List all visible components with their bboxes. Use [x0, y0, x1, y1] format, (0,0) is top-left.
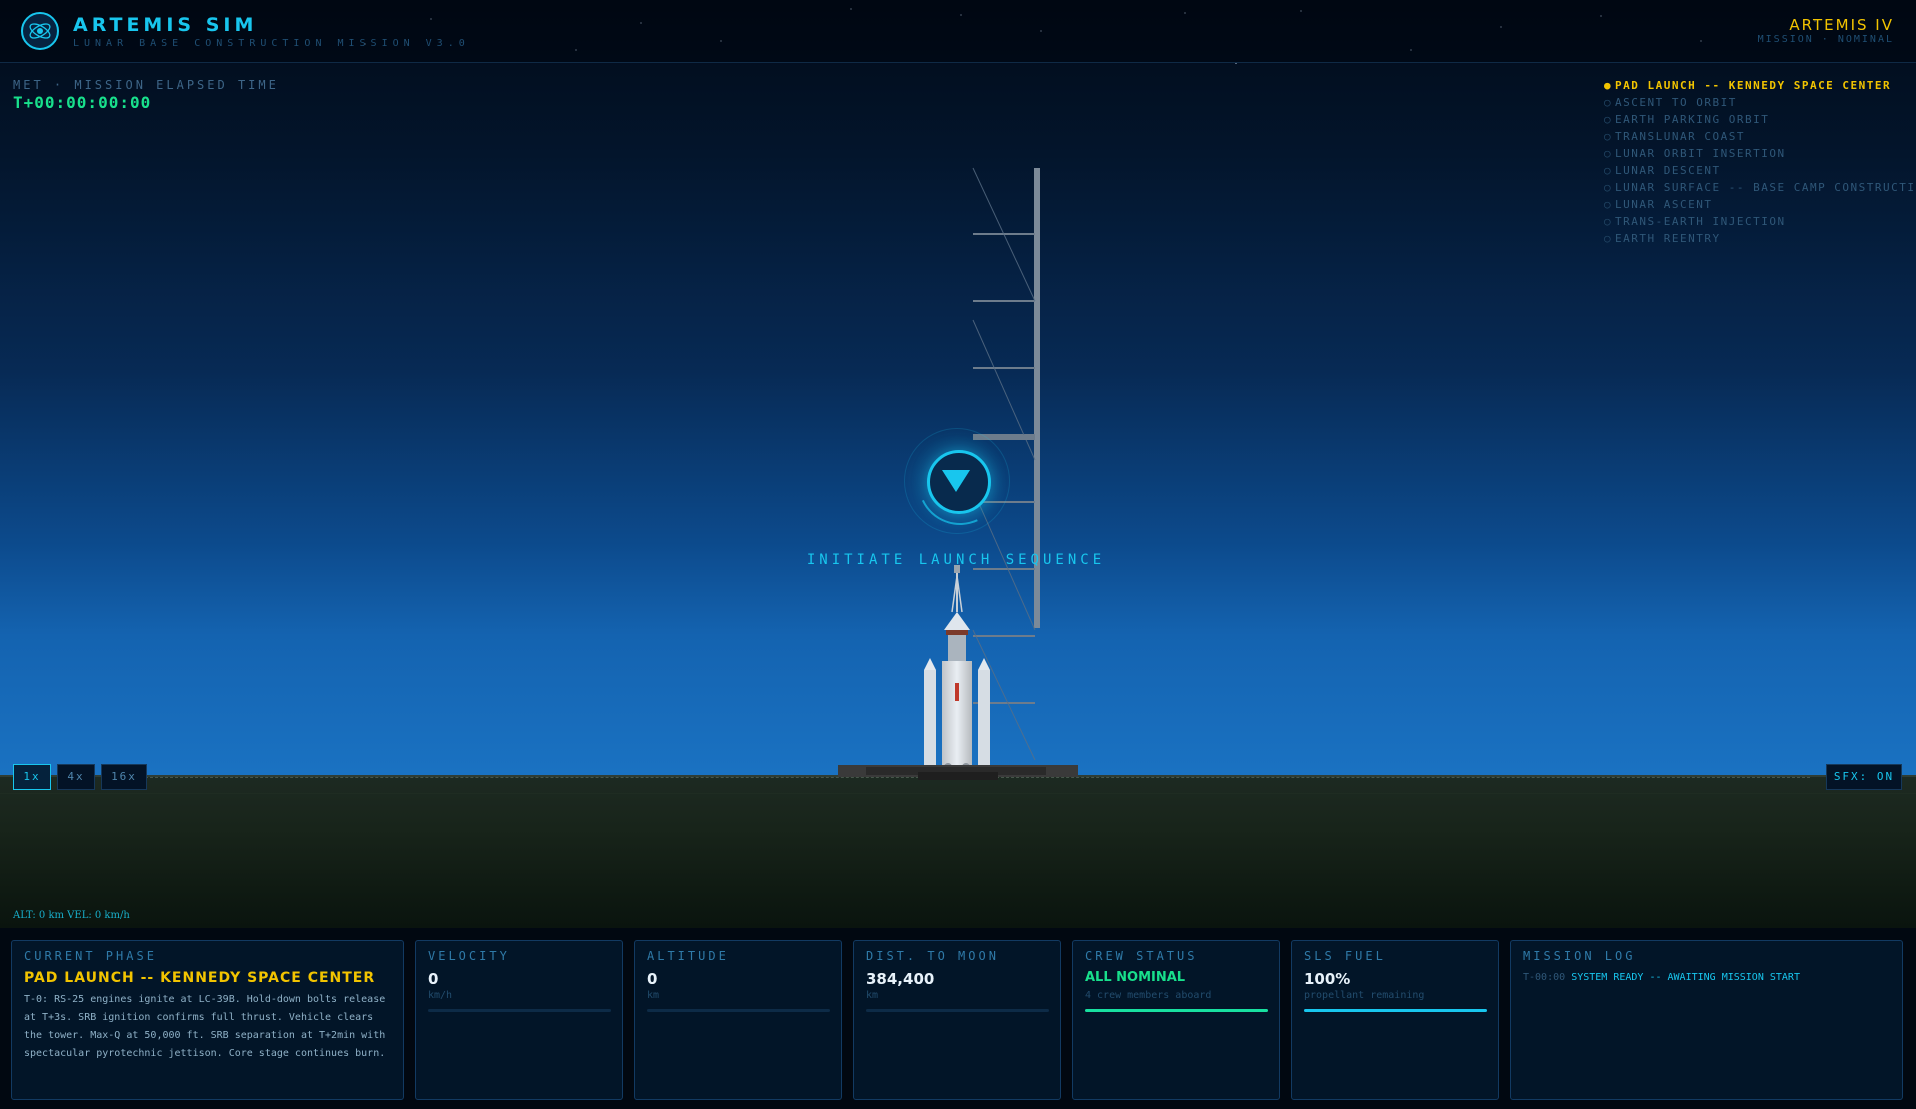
phase-item: ○ LUNAR DESCENT [1604, 162, 1916, 179]
phase-status-icon: ○ [1604, 198, 1613, 211]
speed-16x-button[interactable]: 16x [101, 764, 147, 790]
phase-status-icon: ● [1604, 79, 1613, 92]
panel-label: DIST. TO MOON [866, 949, 999, 963]
fuel-panel: SLS FUEL 100% propellant remaining [1291, 940, 1499, 1100]
crew-status-value: ALL NOMINAL [1085, 970, 1186, 985]
velocity-bar [428, 1009, 611, 1012]
velocity-unit: km/h [428, 990, 453, 1001]
panel-label: MISSION LOG [1523, 949, 1636, 963]
phase-item: ○ TRANS-EARTH INJECTION [1604, 213, 1916, 230]
phase-label: PAD LAUNCH -- KENNEDY SPACE CENTER [1615, 79, 1892, 92]
log-entry-time: T-00:00 [1523, 972, 1566, 983]
phase-status-icon: ○ [1604, 96, 1613, 109]
orbit-logo-icon [21, 12, 59, 50]
mission-phase-list: ● PAD LAUNCH -- KENNEDY SPACE CENTER ○ ASC… [1604, 77, 1916, 247]
phase-label: LUNAR DESCENT [1615, 164, 1721, 177]
play-triangle-icon [942, 470, 970, 492]
mission-name: ARTEMIS IV [1789, 16, 1894, 34]
phase-status-icon: ○ [1604, 215, 1613, 228]
panel-label: CREW STATUS [1085, 949, 1198, 963]
phase-label: ASCENT TO ORBIT [1615, 96, 1737, 109]
ground [0, 775, 1916, 928]
phase-item: ○ LUNAR SURFACE -- BASE CAMP CONSTRUCTION [1604, 179, 1916, 196]
met-value: T+00:00:00:00 [13, 93, 152, 112]
mission-log-panel: MISSION LOG T-00:00 SYSTEM READY -- AWAI… [1510, 940, 1903, 1100]
phase-status-icon: ○ [1604, 164, 1613, 177]
panel-label: SLS FUEL [1304, 949, 1386, 963]
panel-label: VELOCITY [428, 949, 510, 963]
crew-bar-fill [1085, 1009, 1268, 1012]
phase-label: LUNAR ORBIT INSERTION [1615, 147, 1786, 160]
log-entry-message: SYSTEM READY -- AWAITING MISSION START [1571, 972, 1800, 983]
phase-item: ● PAD LAUNCH -- KENNEDY SPACE CENTER [1604, 77, 1916, 94]
met-label: MET · MISSION ELAPSED TIME [13, 78, 279, 92]
altitude-panel: ALTITUDE 0 km [634, 940, 842, 1100]
phase-label: EARTH REENTRY [1615, 232, 1721, 245]
crew-count: 4 crew members aboard [1085, 990, 1212, 1001]
log-entry: T-00:00 SYSTEM READY -- AWAITING MISSION… [1523, 972, 1890, 983]
altitude-bar [647, 1009, 830, 1012]
phase-item: ○ LUNAR ORBIT INSERTION [1604, 145, 1916, 162]
app-header: ARTEMIS SIM LUNAR BASE CONSTRUCTION MISS… [0, 0, 1916, 63]
alt-vel-readout: ALT: 0 km VEL: 0 km/h [13, 910, 130, 921]
phase-status-icon: ○ [1604, 232, 1613, 245]
altitude-unit: km [647, 990, 660, 1001]
phase-item: ○ ASCENT TO ORBIT [1604, 94, 1916, 111]
altitude-value: 0 [647, 970, 658, 988]
phase-label: LUNAR ASCENT [1615, 198, 1713, 211]
phase-item: ○ EARTH PARKING ORBIT [1604, 111, 1916, 128]
phase-status-icon: ○ [1604, 181, 1613, 194]
crew-status-panel: CREW STATUS ALL NOMINAL 4 crew members a… [1072, 940, 1280, 1100]
app-subtitle: LUNAR BASE CONSTRUCTION MISSION V3.0 [73, 38, 470, 49]
crew-bar [1085, 1009, 1268, 1012]
speed-1x-button[interactable]: 1x [13, 764, 51, 790]
app-title: ARTEMIS SIM [73, 14, 258, 36]
phase-label: TRANS-EARTH INJECTION [1615, 215, 1786, 228]
mission-status: MISSION · NOMINAL [1757, 34, 1894, 45]
launch-label[interactable]: INITIATE LAUNCH SEQUENCE [756, 552, 1156, 568]
current-phase-panel: CURRENT PHASE PAD LAUNCH -- KENNEDY SPAC… [11, 940, 404, 1100]
phase-label: EARTH PARKING ORBIT [1615, 113, 1770, 126]
phase-status-icon: ○ [1604, 113, 1613, 126]
phase-item: ○ LUNAR ASCENT [1604, 196, 1916, 213]
sfx-toggle-button[interactable]: SFX: ON [1826, 764, 1902, 790]
panel-label: CURRENT PHASE [24, 949, 157, 963]
launch-platform [838, 765, 1078, 780]
distance-value: 384,400 [866, 970, 935, 988]
ground-edge [0, 793, 1916, 794]
phase-label: TRANSLUNAR COAST [1615, 130, 1745, 143]
phase-status-icon: ○ [1604, 130, 1613, 143]
fuel-bar-fill [1304, 1009, 1487, 1012]
distance-to-moon-panel: DIST. TO MOON 384,400 km [853, 940, 1061, 1100]
initiate-launch-button[interactable] [927, 450, 991, 514]
speed-4x-button[interactable]: 4x [57, 764, 95, 790]
phase-item: ○ TRANSLUNAR COAST [1604, 128, 1916, 145]
sls-rocket [924, 565, 990, 779]
fuel-unit: propellant remaining [1304, 990, 1425, 1001]
fuel-bar [1304, 1009, 1487, 1012]
fuel-value: 100% [1304, 970, 1351, 988]
distance-unit: km [866, 990, 879, 1001]
current-phase-title: PAD LAUNCH -- KENNEDY SPACE CENTER [24, 970, 376, 986]
panel-label: ALTITUDE [647, 949, 729, 963]
velocity-value: 0 [428, 970, 439, 988]
distance-bar [866, 1009, 1049, 1012]
phase-status-icon: ○ [1604, 147, 1613, 160]
phase-item: ○ EARTH REENTRY [1604, 230, 1916, 247]
velocity-panel: VELOCITY 0 km/h [415, 940, 623, 1100]
current-phase-description: T-0: RS-25 engines ignite at LC-39B. Hol… [24, 994, 386, 1059]
phase-label: LUNAR SURFACE -- BASE CAMP CONSTRUCTION [1615, 181, 1916, 194]
